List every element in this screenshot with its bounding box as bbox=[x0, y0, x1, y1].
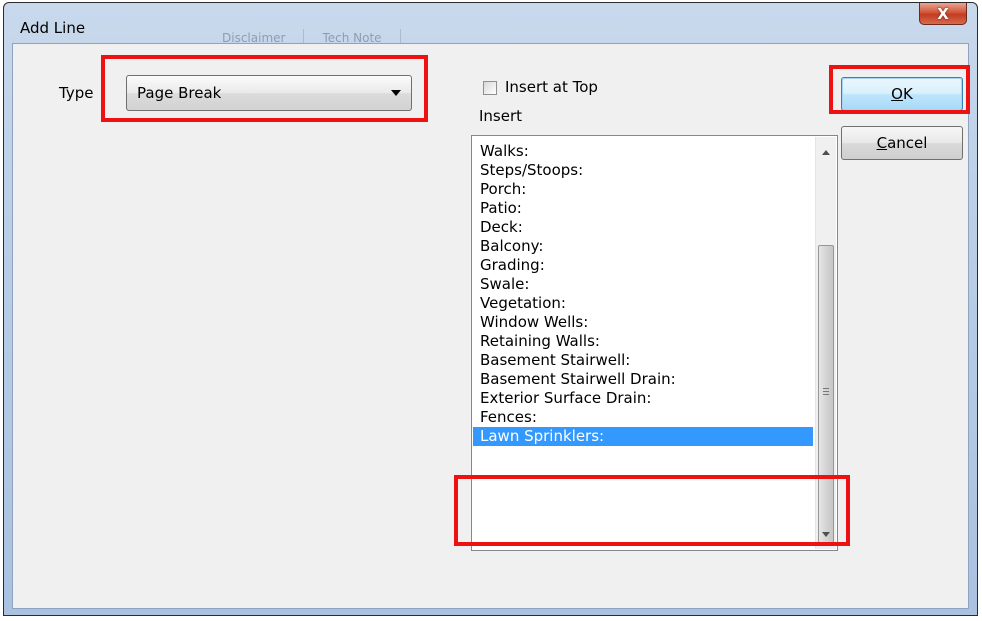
insert-at-top-label[interactable]: Insert at Top bbox=[505, 78, 598, 96]
title-bar[interactable]: Add Line Disclaimer Tech Note X bbox=[4, 3, 977, 47]
cancel-label-rest: ancel bbox=[887, 134, 928, 152]
list-item[interactable]: Fences: bbox=[473, 408, 813, 427]
list-item[interactable]: Lawn Sprinklers: bbox=[473, 427, 813, 446]
list-item[interactable]: Retaining Walls: bbox=[473, 332, 813, 351]
highlight-type-dropdown bbox=[101, 55, 428, 122]
list-item[interactable]: Deck: bbox=[473, 218, 813, 237]
dialog-title: Add Line bbox=[20, 19, 86, 37]
highlight-lawn-sprinklers bbox=[454, 475, 850, 546]
insert-label: Insert bbox=[479, 107, 523, 125]
list-item[interactable]: Patio: bbox=[473, 199, 813, 218]
close-button[interactable]: X bbox=[919, 3, 967, 25]
highlight-ok-button bbox=[829, 65, 970, 114]
list-item[interactable]: Window Wells: bbox=[473, 313, 813, 332]
list-item[interactable]: Porch: bbox=[473, 180, 813, 199]
cancel-accelerator: C bbox=[876, 134, 888, 152]
list-item[interactable]: Balcony: bbox=[473, 237, 813, 256]
list-item[interactable]: Grading: bbox=[473, 256, 813, 275]
scroll-up-arrow-icon[interactable] bbox=[822, 150, 830, 155]
list-item[interactable]: Steps/Stoops: bbox=[473, 161, 813, 180]
list-item[interactable]: Walks: bbox=[473, 142, 813, 161]
insert-list-items: Walks: Steps/Stoops: Porch: Patio: Deck: Balc… bbox=[473, 142, 813, 446]
list-item[interactable]: Vegetation: bbox=[473, 294, 813, 313]
list-item[interactable]: Exterior Surface Drain: bbox=[473, 389, 813, 408]
grip-icon bbox=[823, 388, 829, 397]
list-item[interactable]: Swale: bbox=[473, 275, 813, 294]
type-label: Type bbox=[59, 84, 94, 102]
list-item[interactable]: Basement Stairwell: bbox=[473, 351, 813, 370]
list-item[interactable]: Basement Stairwell Drain: bbox=[473, 370, 813, 389]
close-icon: X bbox=[937, 4, 949, 23]
insert-at-top-checkbox[interactable] bbox=[483, 81, 497, 95]
cancel-button[interactable]: Cancel bbox=[841, 126, 963, 160]
